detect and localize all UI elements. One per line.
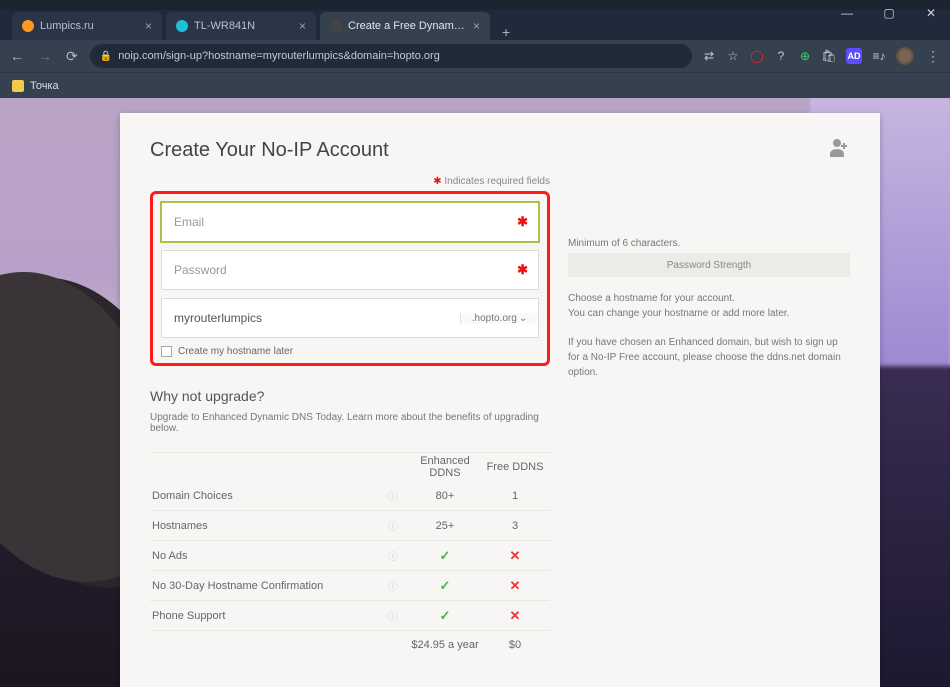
cell-free: 3 [480, 520, 550, 532]
col-header-enhanced: Enhanced DDNS [410, 455, 480, 479]
upgrade-subtext: Upgrade to Enhanced Dynamic DNS Today. L… [150, 412, 550, 434]
table-row: Hostnamesⓘ25+3 [150, 511, 550, 541]
lock-icon: 🔒 [100, 51, 112, 62]
cell-enhanced: ✓ [410, 578, 480, 594]
address-bar: ← → ⟳ 🔒 noip.com/sign-up?hostname=myrout… [0, 40, 950, 72]
cell-enhanced: ✓ [410, 548, 480, 564]
add-user-icon [830, 139, 850, 162]
cell-free: ✕ [480, 608, 550, 624]
col-header-free: Free DDNS [480, 461, 550, 473]
tab-title: TL-WR841N [194, 20, 293, 32]
ad-ext-icon[interactable]: AD [846, 48, 862, 64]
tab-favicon [330, 20, 342, 32]
signup-panel: Create Your No-IP Account ✱ Indicates re… [120, 113, 880, 687]
star-icon[interactable]: ☆ [726, 49, 740, 63]
browser-tab[interactable]: Lumpics.ru × [12, 12, 162, 40]
new-tab-button[interactable]: + [494, 24, 518, 40]
minimize-button[interactable]: — [834, 6, 860, 20]
translate-icon[interactable]: ⇄ [702, 49, 716, 63]
password-strength-meter: Password Strength [568, 253, 850, 277]
cart-ext-icon[interactable]: 🛍 [822, 49, 836, 63]
checkbox-box[interactable] [161, 346, 172, 357]
table-row: No Adsⓘ✓✕ [150, 541, 550, 571]
domain-select[interactable]: .hopto.org ⌄ [460, 313, 538, 324]
info-icon[interactable]: ⓘ [388, 518, 410, 533]
list-ext-icon[interactable]: ≡♪ [872, 49, 886, 63]
browser-tab[interactable]: TL-WR841N × [166, 12, 316, 40]
info-icon[interactable]: ⓘ [388, 578, 410, 593]
row-label: Hostnames [150, 520, 388, 532]
row-label: No 30-Day Hostname Confirmation [150, 580, 388, 592]
url-text: noip.com/sign-up?hostname=myrouterlumpic… [118, 50, 440, 62]
back-button[interactable]: ← [8, 48, 26, 64]
info-icon[interactable]: ⓘ [388, 548, 410, 563]
tab-close-icon[interactable]: × [145, 19, 152, 33]
browser-tab-active[interactable]: Create a Free Dynamic DNS No-… × [320, 12, 490, 40]
row-label: No Ads [150, 550, 388, 562]
price-enhanced: $24.95 a year [410, 639, 480, 651]
window-controls: — ▢ ✕ [834, 6, 944, 20]
email-field[interactable]: ✱ [161, 202, 539, 242]
bookmark-item[interactable]: Точка [30, 80, 59, 92]
email-input[interactable] [162, 203, 538, 241]
menu-button[interactable]: ⋮ [924, 48, 942, 65]
info-icon[interactable]: ⓘ [388, 488, 410, 503]
profile-avatar[interactable] [896, 47, 914, 65]
tab-strip: Lumpics.ru × TL-WR841N × Create a Free D… [0, 10, 950, 40]
table-row: Domain Choicesⓘ80+1 [150, 481, 550, 511]
create-later-checkbox[interactable]: Create my hostname later [161, 346, 539, 357]
maximize-button[interactable]: ▢ [876, 6, 902, 20]
domain-selected: .hopto.org [472, 313, 517, 324]
reload-button[interactable]: ⟳ [64, 48, 80, 65]
price-free: $0 [480, 639, 550, 651]
hostname-hint-1: Choose a hostname for your account. [568, 291, 850, 306]
hostname-input[interactable] [162, 299, 460, 337]
cell-free: ✕ [480, 548, 550, 564]
upgrade-heading: Why not upgrade? [150, 388, 550, 404]
cell-free: 1 [480, 490, 550, 502]
tab-favicon [176, 20, 188, 32]
password-field[interactable]: ✱ [161, 250, 539, 290]
hostname-hint-2: You can change your hostname or add more… [568, 306, 850, 321]
info-icon[interactable]: ⓘ [388, 608, 410, 623]
tab-title: Lumpics.ru [40, 20, 139, 32]
bookmark-favicon [12, 80, 24, 92]
checkbox-label: Create my hostname later [178, 346, 293, 357]
tab-favicon [22, 20, 34, 32]
page-title: Create Your No-IP Account [150, 139, 389, 162]
bookmarks-bar: Точка [0, 72, 950, 98]
table-row: No 30-Day Hostname Confirmationⓘ✓✕ [150, 571, 550, 601]
password-min-hint: Minimum of 6 characters. [568, 238, 850, 249]
close-window-button[interactable]: ✕ [918, 6, 944, 20]
enhanced-domain-hint: If you have chosen an Enhanced domain, b… [568, 335, 850, 380]
cell-enhanced: 80+ [410, 490, 480, 502]
required-asterisk: ✱ [517, 262, 528, 278]
tab-title: Create a Free Dynamic DNS No-… [348, 20, 467, 32]
row-label: Domain Choices [150, 490, 388, 502]
password-input[interactable] [162, 251, 538, 289]
chevron-down-icon: ⌄ [519, 313, 527, 324]
signup-form-highlight: ✱ ✱ .hopto.org ⌄ [150, 191, 550, 366]
shield-ext-icon[interactable]: ⊕ [798, 49, 812, 63]
tab-close-icon[interactable]: × [473, 19, 480, 33]
comparison-table: Enhanced DDNS Free DDNS Domain Choicesⓘ8… [150, 452, 550, 659]
url-input[interactable]: 🔒 noip.com/sign-up?hostname=myrouterlump… [90, 44, 692, 68]
required-asterisk: ✱ [517, 214, 528, 230]
cell-enhanced: 25+ [410, 520, 480, 532]
table-row: Phone Supportⓘ✓✕ [150, 601, 550, 631]
help-ext-icon[interactable]: ? [774, 49, 788, 63]
cell-enhanced: ✓ [410, 608, 480, 624]
cell-free: ✕ [480, 578, 550, 594]
opera-ext-icon[interactable]: ◯ [750, 49, 764, 63]
required-fields-note: ✱ Indicates required fields [150, 176, 550, 187]
tab-close-icon[interactable]: × [299, 19, 306, 33]
forward-button[interactable]: → [36, 48, 54, 64]
hostname-field[interactable]: .hopto.org ⌄ [161, 298, 539, 338]
row-label: Phone Support [150, 610, 388, 622]
